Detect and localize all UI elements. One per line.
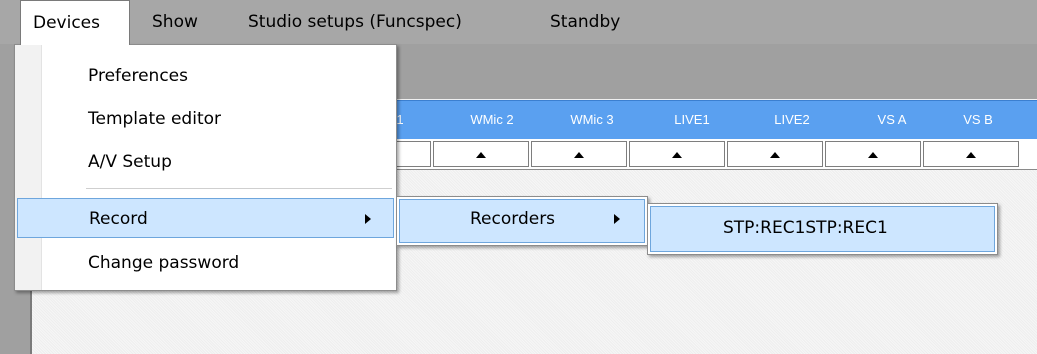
menu-separator	[86, 188, 392, 189]
recorders-submenu: STP:REC1STP:REC1	[647, 203, 998, 255]
triangle-up-icon	[672, 152, 682, 158]
channel-fader-row	[335, 139, 1037, 170]
submenu-arrow-icon	[365, 214, 371, 224]
submenu-item-recorders-label: Recorders	[470, 209, 556, 229]
menu-studio-setups[interactable]: Studio setups (Funcspec)	[236, 0, 474, 44]
triangle-up-icon	[966, 152, 976, 158]
fader-button-live2[interactable]	[727, 141, 823, 167]
menu-item-record[interactable]: Record	[17, 198, 394, 238]
fader-button-live1[interactable]	[629, 141, 725, 167]
menu-item-preferences[interactable]: Preferences	[17, 56, 394, 96]
application-window: Devices Show Studio setups (Funcspec) St…	[0, 0, 1037, 354]
fader-button-wmic2[interactable]	[433, 141, 529, 167]
triangle-up-icon	[770, 152, 780, 158]
channel-label-wmic2: WMic 2	[470, 112, 514, 127]
submenu-item-recorders[interactable]: Recorders	[399, 199, 645, 243]
menu-show[interactable]: Show	[140, 0, 210, 44]
submenu-arrow-icon	[614, 214, 620, 224]
menu-item-change-password[interactable]: Change password	[17, 243, 394, 283]
channel-label-wmic3: WMic 3	[570, 112, 614, 127]
menu-standby[interactable]: Standby	[538, 0, 632, 44]
submenu-item-recorder-label: STP:REC1STP:REC1	[723, 218, 888, 238]
channel-label-live1: LIVE1	[674, 112, 710, 127]
channel-header-bar: 1 WMic 2 WMic 3 LIVE1 LIVE2 VS A VS B	[380, 100, 1037, 140]
menu-item-template-editor[interactable]: Template editor	[17, 99, 394, 139]
triangle-up-icon	[868, 152, 878, 158]
fader-button-vsa[interactable]	[825, 141, 921, 167]
submenu-item-recorder[interactable]: STP:REC1STP:REC1	[650, 206, 995, 252]
triangle-up-icon	[574, 152, 584, 158]
record-submenu: Recorders	[396, 196, 648, 246]
menu-item-av-setup[interactable]: A/V Setup	[17, 142, 394, 182]
devices-dropdown-menu: Preferences Template editor A/V Setup Re…	[14, 44, 397, 291]
channel-label-vsa: VS A	[877, 112, 907, 127]
channel-label-live2: LIVE2	[774, 112, 810, 127]
channel-label-vsb: VS B	[963, 112, 993, 127]
menu-devices[interactable]: Devices	[20, 0, 130, 45]
triangle-up-icon	[476, 152, 486, 158]
menu-item-record-label: Record	[89, 209, 148, 229]
menu-bar: Devices Show Studio setups (Funcspec) St…	[0, 0, 1037, 45]
fader-button-vsb[interactable]	[923, 141, 1019, 167]
fader-button-wmic3[interactable]	[531, 141, 627, 167]
